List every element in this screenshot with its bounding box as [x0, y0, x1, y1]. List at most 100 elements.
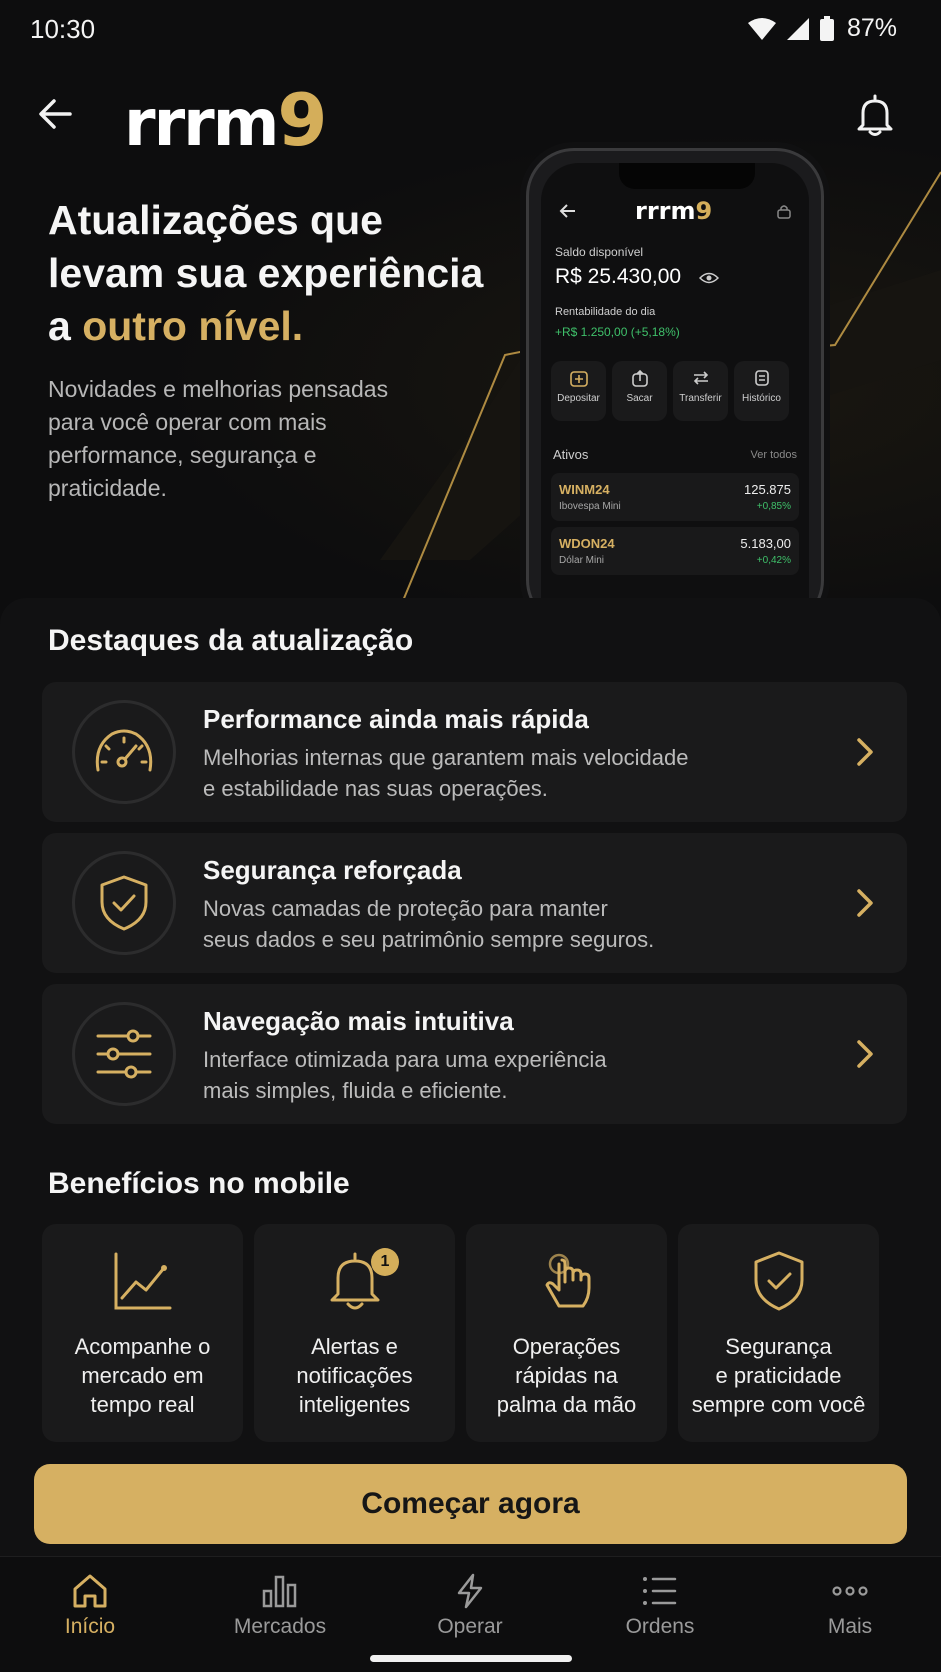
- highlight-description-line: e estabilidade nas suas operações.: [203, 776, 548, 801]
- nav-label: Mercados: [233, 1615, 327, 1638]
- benefit-text-line: mercado em: [81, 1363, 204, 1388]
- signal-icon: [786, 17, 809, 40]
- highlight-icon-circle: [72, 700, 176, 804]
- hero-title-line-3-prefix: a: [48, 303, 83, 349]
- status-bar: 10:30 87%: [0, 0, 941, 60]
- home-indicator[interactable]: [370, 1655, 572, 1662]
- nav-label: Mais: [827, 1615, 873, 1638]
- chevron-right-icon: [857, 889, 873, 917]
- nav-item-ordens[interactable]: Ordens: [580, 1573, 740, 1639]
- highlight-card-performance[interactable]: Performance ainda mais rápida Melhorias …: [42, 682, 907, 822]
- withdraw-icon: [631, 369, 648, 387]
- highlight-icon-circle: [72, 851, 176, 955]
- phone-logo: rrrm9: [635, 197, 712, 225]
- phone-action-history: Histórico: [734, 361, 789, 421]
- nav-item-mercados[interactable]: Mercados: [200, 1573, 360, 1639]
- benefit-text-line: e praticidade: [715, 1363, 842, 1388]
- benefit-card-operations: Operações rápidas na palma da mão: [466, 1224, 667, 1442]
- nav-item-mais[interactable]: Mais: [770, 1573, 930, 1639]
- benefit-text-line: notificações: [296, 1363, 413, 1388]
- benefit-text-line: Acompanhe o: [74, 1334, 211, 1359]
- phone-action-history-label: Histórico: [742, 393, 781, 404]
- benefit-text-line: rápidas na: [515, 1363, 618, 1388]
- highlight-description-line: Novas camadas de proteção para manter: [203, 896, 608, 921]
- chevron-right-icon: [857, 738, 873, 766]
- highlight-title: Segurança reforçada: [203, 855, 462, 885]
- benefit-text-line: tempo real: [90, 1392, 195, 1417]
- speedometer-icon: [95, 729, 153, 772]
- benefit-text-line: Segurança: [725, 1334, 832, 1359]
- start-now-button[interactable]: Começar agora: [34, 1464, 907, 1544]
- bar-chart-icon: [262, 1575, 297, 1608]
- highlight-description-line: Melhorias internas que garantem mais vel…: [203, 745, 689, 770]
- eye-icon: [699, 272, 719, 284]
- benefit-text-line: Alertas e: [311, 1334, 398, 1359]
- benefit-text-line: sempre com você: [691, 1392, 866, 1417]
- hero-title-highlight: outro nível.: [82, 303, 304, 349]
- asset-price: 5.183,00: [740, 536, 791, 551]
- nav-label: Início: [64, 1615, 116, 1638]
- back-arrow-icon[interactable]: [34, 92, 78, 136]
- phone-assets-label: Ativos: [553, 447, 589, 462]
- benefit-card-security: Segurança e praticidade sempre com você: [678, 1224, 879, 1442]
- asset-ticker: WDON24: [559, 536, 615, 551]
- nav-item-inicio[interactable]: Início: [10, 1573, 170, 1639]
- phone-action-withdraw: Sacar: [612, 361, 667, 421]
- phone-profit-label: Rentabilidade do dia: [555, 306, 656, 318]
- phone-logo-text: rrrm: [635, 197, 696, 225]
- nav-label: Ordens: [625, 1615, 695, 1638]
- transfer-icon: [693, 371, 708, 385]
- phone-action-withdraw-label: Sacar: [626, 393, 653, 404]
- chevron-right-icon: [857, 1040, 873, 1068]
- phone-action-transfer-label: Transferir: [679, 393, 722, 404]
- home-icon: [73, 1574, 107, 1608]
- highlight-card-security[interactable]: Segurança reforçada Novas camadas de pro…: [42, 833, 907, 973]
- sliders-icon: [96, 1029, 152, 1079]
- asset-name: Ibovespa Mini: [559, 501, 621, 512]
- status-time: 10:30: [30, 14, 96, 44]
- wifi-icon: [747, 17, 776, 40]
- highlight-description: Interface otimizada para uma experiência…: [203, 1044, 743, 1106]
- asset-change: +0,42%: [756, 555, 791, 566]
- phone-actions: Depositar Sacar Transferir Histórico: [551, 361, 789, 421]
- hero-section: rrrm9 Atualizações que levam sua experiê…: [0, 60, 941, 600]
- benefit-text-line: palma da mão: [496, 1392, 637, 1417]
- phone-screen: rrrm9 Saldo disponível R$ 25.430,00 Rent…: [541, 163, 809, 600]
- status-icons: 87%: [747, 14, 897, 43]
- asset-price: 125.875: [744, 482, 791, 497]
- phone-lock-icon: [777, 205, 791, 219]
- touch-icon: [545, 1253, 590, 1308]
- battery-percent: 87%: [846, 14, 897, 42]
- asset-ticker: WINM24: [559, 482, 610, 497]
- notifications-bell-icon[interactable]: [853, 92, 897, 138]
- chart-icon: [114, 1252, 171, 1310]
- shield-check-icon: [100, 875, 148, 931]
- nav-item-operar[interactable]: Operar: [390, 1573, 550, 1639]
- hero-title-line-1: Atualizações que: [48, 197, 383, 243]
- hero-subtitle: Novidades e melhorias pensadas para você…: [48, 376, 389, 501]
- phone-see-all: Ver todos: [750, 449, 797, 461]
- nav-label: Operar: [437, 1615, 503, 1638]
- phone-asset-row: WDON24 Dólar Mini 5.183,00 +0,42%: [551, 527, 799, 575]
- battery-icon: [819, 15, 834, 41]
- highlight-description-line: seus dados e seu patrimônio sempre segur…: [203, 927, 655, 952]
- phone-action-transfer: Transferir: [673, 361, 728, 421]
- highlight-title: Performance ainda mais rápida: [203, 704, 589, 734]
- benefit-text-line: inteligentes: [298, 1392, 411, 1417]
- phone-profit: +R$ 1.250,00 (+5,18%): [555, 325, 680, 339]
- highlight-card-navigation[interactable]: Navegação mais intuitiva Interface otimi…: [42, 984, 907, 1124]
- phone-notch: [619, 163, 755, 189]
- asset-change: +0,85%: [756, 501, 791, 512]
- hero-title-line-2: levam sua experiência: [48, 250, 484, 296]
- hero-title: Atualizações que levam sua experiência a…: [48, 194, 508, 353]
- asset-name: Dólar Mini: [559, 555, 605, 566]
- logo-text: rrrm: [124, 87, 279, 161]
- phone-balance: R$ 25.430,00: [555, 265, 682, 288]
- phone-back-icon: [559, 204, 575, 218]
- benefit-card-alerts: 1 Alertas e notificações inteligentes: [254, 1224, 455, 1442]
- more-icon: [832, 1586, 868, 1596]
- phone-mockup: rrrm9 Saldo disponível R$ 25.430,00 Rent…: [526, 148, 824, 600]
- highlight-title: Navegação mais intuitiva: [203, 1006, 514, 1036]
- shield-check-icon: [754, 1251, 803, 1311]
- benefits-title: Benefícios no mobile: [48, 1167, 350, 1200]
